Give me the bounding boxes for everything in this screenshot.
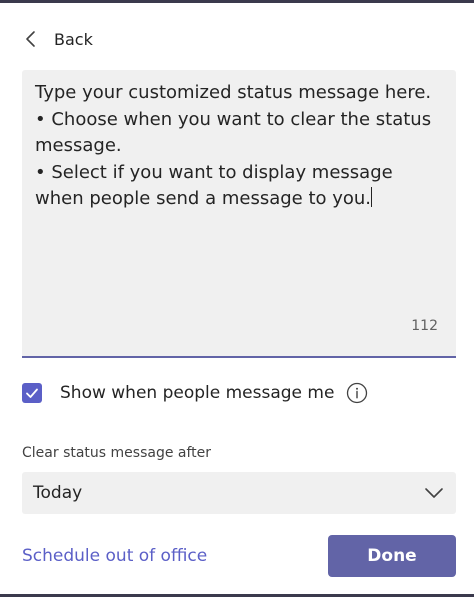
schedule-out-of-office-link[interactable]: Schedule out of office — [22, 546, 207, 566]
chevron-down-icon — [425, 488, 443, 498]
clear-after-dropdown[interactable]: Today — [22, 472, 456, 514]
text-caret — [371, 187, 373, 207]
done-button[interactable]: Done — [328, 535, 456, 577]
message-line-2: • Choose when you want to clear the stat… — [35, 108, 437, 157]
back-label: Back — [54, 29, 93, 49]
show-when-message-label[interactable]: Show when people message me — [60, 383, 334, 403]
status-message-text[interactable]: Type your customized status message here… — [35, 80, 445, 213]
clear-after-label: Clear status message after — [22, 445, 212, 461]
chevron-left-icon — [26, 31, 35, 47]
back-button[interactable]: Back — [22, 24, 93, 54]
message-line-1: Type your customized status message here… — [35, 82, 432, 103]
show-when-message-row: Show when people message me — [22, 378, 368, 408]
clear-after-value: Today — [33, 483, 83, 503]
top-border — [0, 0, 474, 3]
message-line-3: • Select if you want to display message … — [35, 161, 399, 210]
show-when-message-checkbox[interactable] — [22, 383, 42, 403]
checkmark-icon — [26, 388, 38, 398]
status-message-input[interactable]: Type your customized status message here… — [22, 70, 456, 358]
info-icon[interactable] — [346, 382, 368, 404]
character-counter: 112 — [411, 318, 438, 334]
